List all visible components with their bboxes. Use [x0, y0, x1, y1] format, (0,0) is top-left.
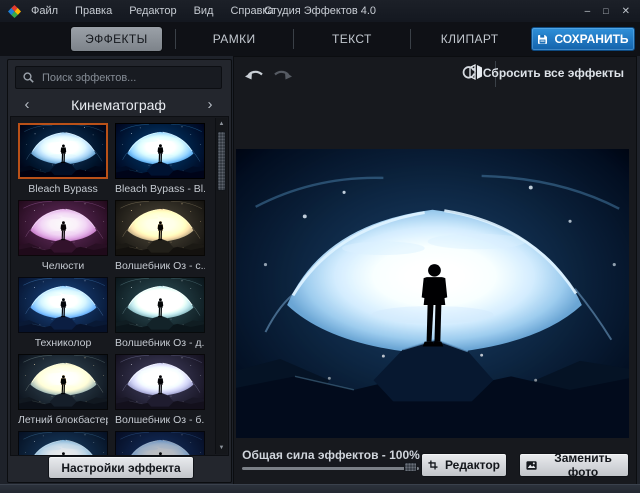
effect-item[interactable]: Волшебник Оз - с... — [115, 200, 205, 277]
menu-help[interactable]: Справка — [230, 5, 273, 17]
editor-button[interactable]: Редактор — [421, 453, 507, 477]
menu-file[interactable]: Файл — [31, 5, 58, 17]
save-button[interactable]: СОХРАНИТЬ — [531, 27, 635, 51]
minimize-button[interactable]: – — [585, 6, 591, 17]
effect-item[interactable]: Волшебник Оз - б... — [115, 354, 205, 431]
menu-view[interactable]: Вид — [194, 5, 214, 17]
title-bar: Файл Правка Редактор Вид Справка Студия … — [0, 0, 640, 22]
effect-label: Волшебник Оз - д... — [115, 333, 205, 354]
category-selector: ‹ Кинематограф › — [15, 94, 222, 115]
tab-clipart[interactable]: КЛИПАРТ — [411, 32, 528, 46]
effects-sidebar: ‹ Кинематограф › Bleach Bypass Bleach By… — [7, 59, 232, 483]
reset-all-effects-label: Сбросить все эффекты — [483, 66, 624, 80]
window-bottom-edge — [0, 484, 640, 493]
effect-thumbnail[interactable] — [115, 354, 205, 410]
effect-strength-slider[interactable] — [242, 467, 419, 470]
cave-photo — [236, 149, 629, 438]
effect-thumbnail[interactable] — [115, 431, 205, 456]
effect-thumbnail[interactable] — [18, 200, 108, 256]
effect-strength-label: Общая сила эффектов - 100% — [242, 448, 420, 462]
effect-item[interactable]: Волшебник Оз - д... — [115, 277, 205, 354]
effect-item[interactable] — [115, 431, 205, 456]
effect-label: Bleach Bypass — [18, 179, 108, 200]
search-icon — [23, 72, 34, 83]
category-prev-button[interactable]: ‹ — [15, 96, 39, 113]
tab-effects[interactable]: ЭФФЕКТЫ — [58, 27, 175, 51]
tab-bar: ЭФФЕКТЫ РАМКИ ТЕКСТ КЛИПАРТ СОХРАНИТЬ — [0, 22, 640, 56]
effect-item[interactable]: Челюсти — [18, 200, 108, 277]
maximize-button[interactable]: □ — [603, 6, 608, 16]
save-button-label: СОХРАНИТЬ — [554, 32, 628, 46]
effect-label: Летний блокбастер — [18, 410, 108, 431]
close-button[interactable]: ✕ — [622, 6, 630, 17]
replace-photo-button-label: Заменить фото — [544, 451, 622, 479]
effect-item[interactable]: Техниколор — [18, 277, 108, 354]
tab-frames[interactable]: РАМКИ — [176, 32, 293, 46]
effect-item[interactable] — [18, 431, 108, 456]
scroll-up-icon[interactable]: ▲ — [216, 119, 227, 129]
save-floppy-icon — [537, 34, 548, 45]
effect-item[interactable]: Bleach Bypass — [18, 123, 108, 200]
photo-preview — [236, 149, 629, 438]
effect-thumbnail-selected[interactable] — [18, 123, 108, 179]
effect-thumbnail[interactable] — [115, 200, 205, 256]
crop-icon — [428, 459, 438, 471]
tab-effects-label: ЭФФЕКТЫ — [71, 27, 162, 51]
effect-thumbnail[interactable] — [18, 354, 108, 410]
reset-all-effects-button[interactable]: Сбросить все эффекты — [461, 65, 624, 80]
effect-label: Волшебник Оз - б... — [115, 410, 205, 431]
main-canvas-area: Сбросить все эффекты Общая сила эффектов… — [233, 56, 637, 485]
category-next-button[interactable]: › — [198, 96, 222, 113]
app-logo-icon — [8, 5, 21, 18]
undo-icon[interactable] — [244, 66, 266, 81]
effect-label: Техниколор — [18, 333, 108, 354]
effect-item[interactable]: Летний блокбастер — [18, 354, 108, 431]
editor-button-label: Редактор — [445, 458, 500, 472]
menu-editor[interactable]: Редактор — [129, 5, 176, 17]
photo-icon — [526, 460, 537, 471]
menu-bar: Файл Правка Редактор Вид Справка — [31, 5, 274, 17]
scrollbar-thumb[interactable] — [217, 131, 226, 191]
effect-label: Волшебник Оз - с... — [115, 256, 205, 277]
category-name: Кинематограф — [39, 97, 198, 113]
slider-handle[interactable] — [404, 462, 417, 472]
effects-scrollbar[interactable]: ▲ ▼ — [215, 118, 227, 454]
replace-photo-button[interactable]: Заменить фото — [519, 453, 629, 477]
reset-refresh-icon — [461, 65, 476, 80]
effect-label: Челюсти — [18, 256, 108, 277]
redo-icon[interactable] — [271, 66, 293, 81]
effect-settings-button[interactable]: Настройки эффекта — [48, 456, 194, 479]
effect-thumbnail[interactable] — [115, 277, 205, 333]
menu-edit[interactable]: Правка — [75, 5, 112, 17]
effects-list: Bleach Bypass Bleach Bypass - Bl... Челю… — [10, 116, 229, 456]
effect-thumbnail[interactable] — [18, 277, 108, 333]
tab-text[interactable]: ТЕКСТ — [294, 32, 411, 46]
effect-thumbnail[interactable] — [115, 123, 205, 179]
search-box[interactable] — [15, 66, 222, 89]
effect-thumbnail[interactable] — [18, 431, 108, 456]
effect-item[interactable]: Bleach Bypass - Bl... — [115, 123, 205, 200]
search-input[interactable] — [40, 71, 214, 85]
scroll-down-icon[interactable]: ▼ — [216, 443, 227, 453]
effect-label: Bleach Bypass - Bl... — [115, 179, 205, 200]
